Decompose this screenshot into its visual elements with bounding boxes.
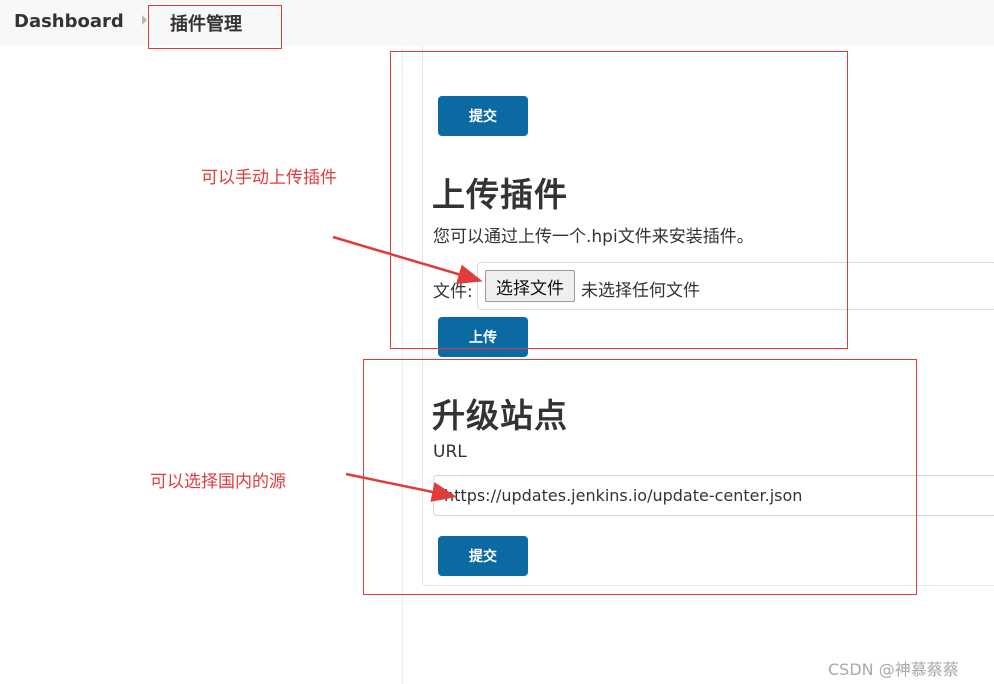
annotation-arrow-source — [345, 472, 457, 502]
annotation-arrow-upload — [332, 235, 483, 284]
csdn-watermark: CSDN @神慕蔡蔡 — [828, 660, 959, 679]
annotation-arrows — [332, 235, 483, 502]
